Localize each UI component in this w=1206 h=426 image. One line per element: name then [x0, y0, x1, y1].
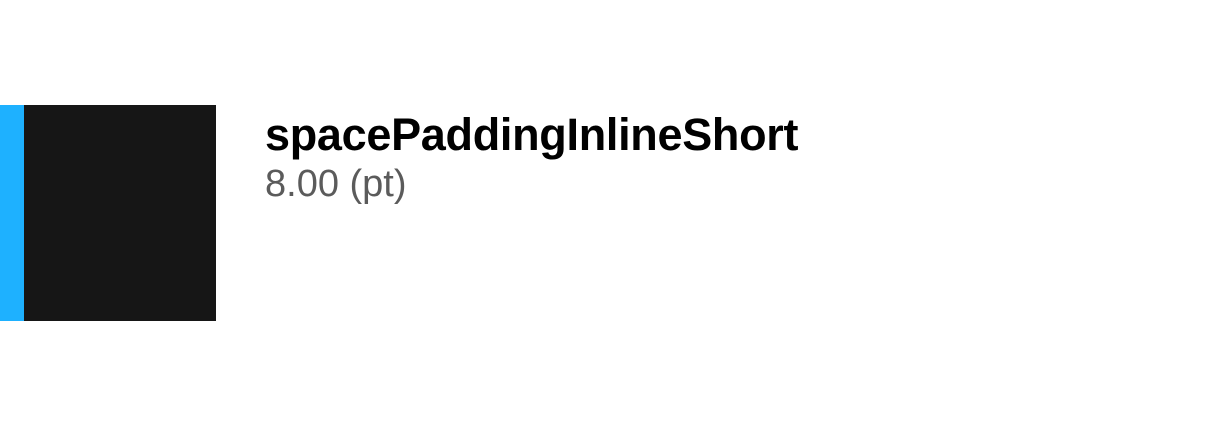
token-name: spacePaddingInlineShort	[265, 109, 799, 160]
token-value: 8.00 (pt)	[265, 163, 407, 205]
padding-indicator	[0, 105, 24, 321]
token-row: spacePaddingInlineShort 8.00 (pt)	[0, 105, 1206, 321]
token-info: spacePaddingInlineShort 8.00 (pt)	[265, 109, 799, 207]
token-swatch	[0, 105, 216, 321]
